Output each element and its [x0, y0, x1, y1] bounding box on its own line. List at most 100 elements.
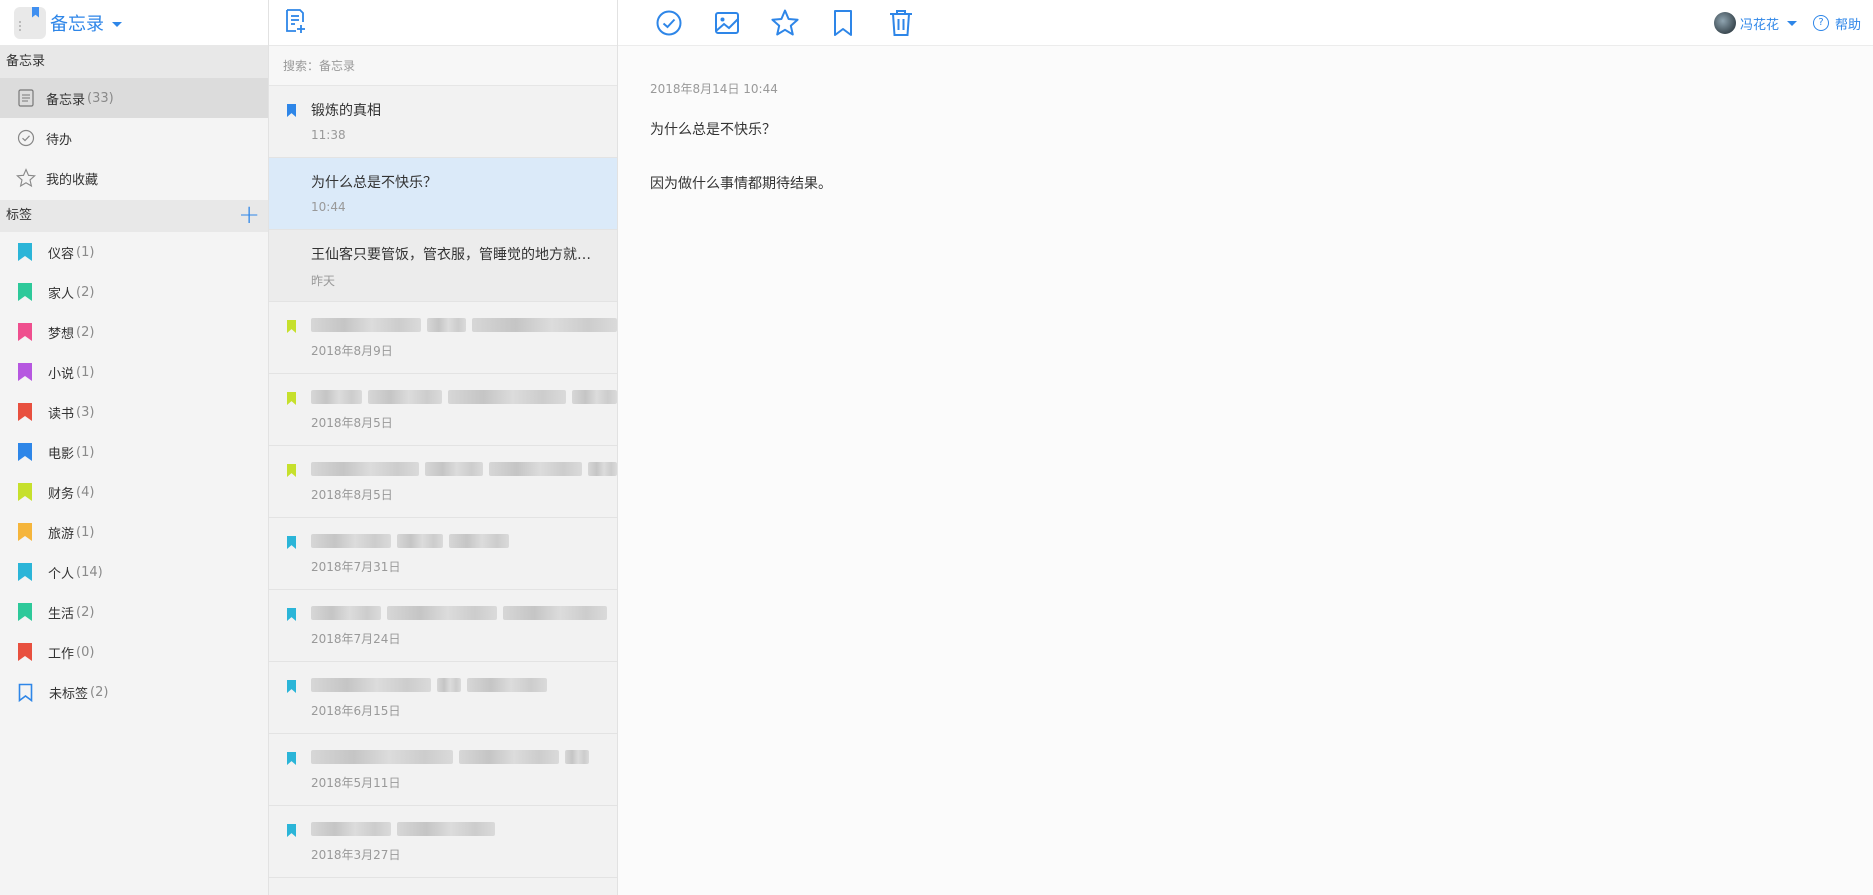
tag-count: (1)	[76, 244, 95, 260]
sidebar-tag-item[interactable]: 读书 (3)	[0, 392, 268, 432]
bookmark-icon[interactable]	[826, 6, 860, 40]
note-date: 2018年8月9日	[311, 344, 393, 358]
bookmark-icon	[287, 392, 296, 405]
app-title-dropdown[interactable]: 备忘录	[50, 10, 104, 36]
bookmark-icon	[287, 104, 296, 117]
blurred-note-title	[311, 822, 617, 838]
tag-label: 电影	[48, 446, 75, 462]
bookmark-icon	[18, 363, 32, 381]
bookmark-icon	[18, 523, 32, 541]
tag-label: 未标签	[49, 686, 89, 702]
note-list-item[interactable]: 2018年8月9日	[269, 302, 617, 374]
note-title: 锻炼的真相	[311, 103, 381, 119]
note-list-item[interactable]: 为什么总是不快乐？ 10:44	[269, 158, 617, 230]
note-list-item[interactable]: 2018年8月5日	[269, 374, 617, 446]
note-date: 2018年8月5日	[311, 488, 393, 502]
note-content[interactable]: 2018年8月14日 10:44 为什么总是不快乐？ 因为做什么事情都期待结果。	[618, 46, 1873, 227]
note-date: 昨天	[311, 274, 336, 288]
note-list-item[interactable]: 2018年3月27日	[269, 806, 617, 878]
image-icon[interactable]	[710, 6, 744, 40]
note-list-item[interactable]: 锻炼的真相 11:38	[269, 86, 617, 158]
note-line[interactable]: 因为做什么事情都期待结果。	[650, 173, 1841, 193]
new-note-icon[interactable]	[283, 8, 307, 38]
tag-label: 财务	[48, 486, 75, 502]
tag-label: 个人	[48, 566, 75, 582]
note-editor: 冯花花 ? 帮助 2018年8月14日 10:44 为什么总是不快乐？ 因为做什…	[618, 0, 1873, 895]
star-icon[interactable]	[768, 6, 802, 40]
section-tags-label: 标签	[6, 208, 33, 223]
bookmark-icon	[18, 643, 32, 661]
trash-icon[interactable]	[884, 6, 918, 40]
note-list-item[interactable]: 2018年8月5日	[269, 446, 617, 518]
note-icon	[16, 88, 36, 108]
bookmark-icon	[18, 323, 32, 341]
blurred-note-title	[311, 606, 617, 622]
blurred-note-title	[311, 462, 617, 478]
note-list-item[interactable]: 2018年6月15日	[269, 662, 617, 734]
sidebar: 备忘录 备忘录 备忘录 (33) 待办 我的收藏 标签 + 仪容 (1) 家人 (2) 梦…	[0, 0, 269, 895]
check-circle-icon[interactable]	[652, 6, 686, 40]
sidebar-tag-item[interactable]: 未标签 (2)	[0, 672, 268, 712]
note-date: 2018年3月27日	[311, 848, 401, 862]
help-link[interactable]: 帮助	[1835, 14, 1861, 33]
sidebar-tag-item[interactable]: 仪容 (1)	[0, 232, 268, 272]
user-name[interactable]: 冯花花	[1740, 14, 1779, 33]
note-date: 2018年6月15日	[311, 704, 401, 718]
tag-count: (0)	[76, 644, 95, 660]
sidebar-tag-item[interactable]: 个人 (14)	[0, 552, 268, 592]
note-date: 11:38	[311, 128, 346, 142]
note-body[interactable]: 为什么总是不快乐？ 因为做什么事情都期待结果。	[650, 119, 1841, 193]
sidebar-tag-item[interactable]: 小说 (1)	[0, 352, 268, 392]
sidebar-item-todo[interactable]: 待办	[0, 118, 268, 158]
note-list-item[interactable]: 王仙客只要管饭，管衣服，管睡觉的地方就足够了 昨天	[269, 230, 617, 302]
star-icon	[16, 168, 36, 188]
sidebar-tag-item[interactable]: 家人 (2)	[0, 272, 268, 312]
plus-icon[interactable]: +	[238, 200, 260, 230]
help-icon[interactable]: ?	[1812, 15, 1829, 31]
tag-count: (1)	[76, 524, 95, 540]
bookmark-icon	[287, 824, 296, 837]
app-header: 备忘录	[0, 0, 268, 46]
bookmark-icon	[18, 283, 32, 301]
tag-label: 仪容	[48, 246, 75, 262]
note-line[interactable]: 为什么总是不快乐？	[650, 119, 1841, 139]
avatar[interactable]	[1713, 12, 1736, 34]
note-list-item[interactable]: 2018年7月31日	[269, 518, 617, 590]
sidebar-item-favorites[interactable]: 我的收藏	[0, 158, 268, 198]
note-list-item[interactable]: 2018年7月24日	[269, 590, 617, 662]
search-input[interactable]: 搜索：备忘录	[269, 46, 617, 86]
toolbar: 冯花花 ? 帮助	[618, 0, 1873, 46]
note-timestamp: 2018年8月14日 10:44	[650, 82, 778, 96]
tag-count: (2)	[76, 324, 95, 340]
sidebar-tag-item[interactable]: 旅游 (1)	[0, 512, 268, 552]
sidebar-tag-item[interactable]: 电影 (1)	[0, 432, 268, 472]
tag-label: 旅游	[48, 526, 75, 542]
bookmark-icon	[287, 680, 296, 693]
tag-label: 家人	[48, 286, 75, 302]
note-date: 2018年7月31日	[311, 560, 401, 574]
bookmark-icon	[18, 243, 32, 261]
note-date: 2018年5月11日	[311, 776, 401, 790]
note-title: 王仙客只要管饭，管衣服，管睡觉的地方就足够了	[311, 247, 603, 263]
user-menu[interactable]: 冯花花 ? 帮助	[1713, 0, 1861, 46]
bookmark-icon	[18, 443, 32, 461]
blurred-note-title	[311, 750, 617, 766]
tag-label: 生活	[48, 606, 75, 622]
sidebar-item-label: 我的收藏	[46, 172, 99, 188]
sidebar-tag-item[interactable]: 工作 (0)	[0, 632, 268, 672]
sidebar-tag-item[interactable]: 生活 (2)	[0, 592, 268, 632]
notes-container: 锻炼的真相 11:38 为什么总是不快乐？ 10:44 王仙客只要管饭，管衣服，管睡觉的…	[269, 86, 617, 878]
tag-count: (2)	[76, 284, 95, 300]
sidebar-item-memo[interactable]: 备忘录 (33)	[0, 78, 268, 118]
chevron-down-icon[interactable]	[112, 22, 122, 27]
tag-label: 工作	[48, 646, 75, 662]
blurred-note-title	[311, 534, 617, 550]
sidebar-tag-item[interactable]: 财务 (4)	[0, 472, 268, 512]
bookmark-icon	[287, 536, 296, 549]
sidebar-tag-item[interactable]: 梦想 (2)	[0, 312, 268, 352]
bookmark-icon	[287, 464, 296, 477]
chevron-down-icon[interactable]	[1786, 20, 1797, 26]
note-list-item[interactable]: 2018年5月11日	[269, 734, 617, 806]
blurred-note-title	[311, 318, 617, 334]
app-logo	[14, 6, 46, 39]
